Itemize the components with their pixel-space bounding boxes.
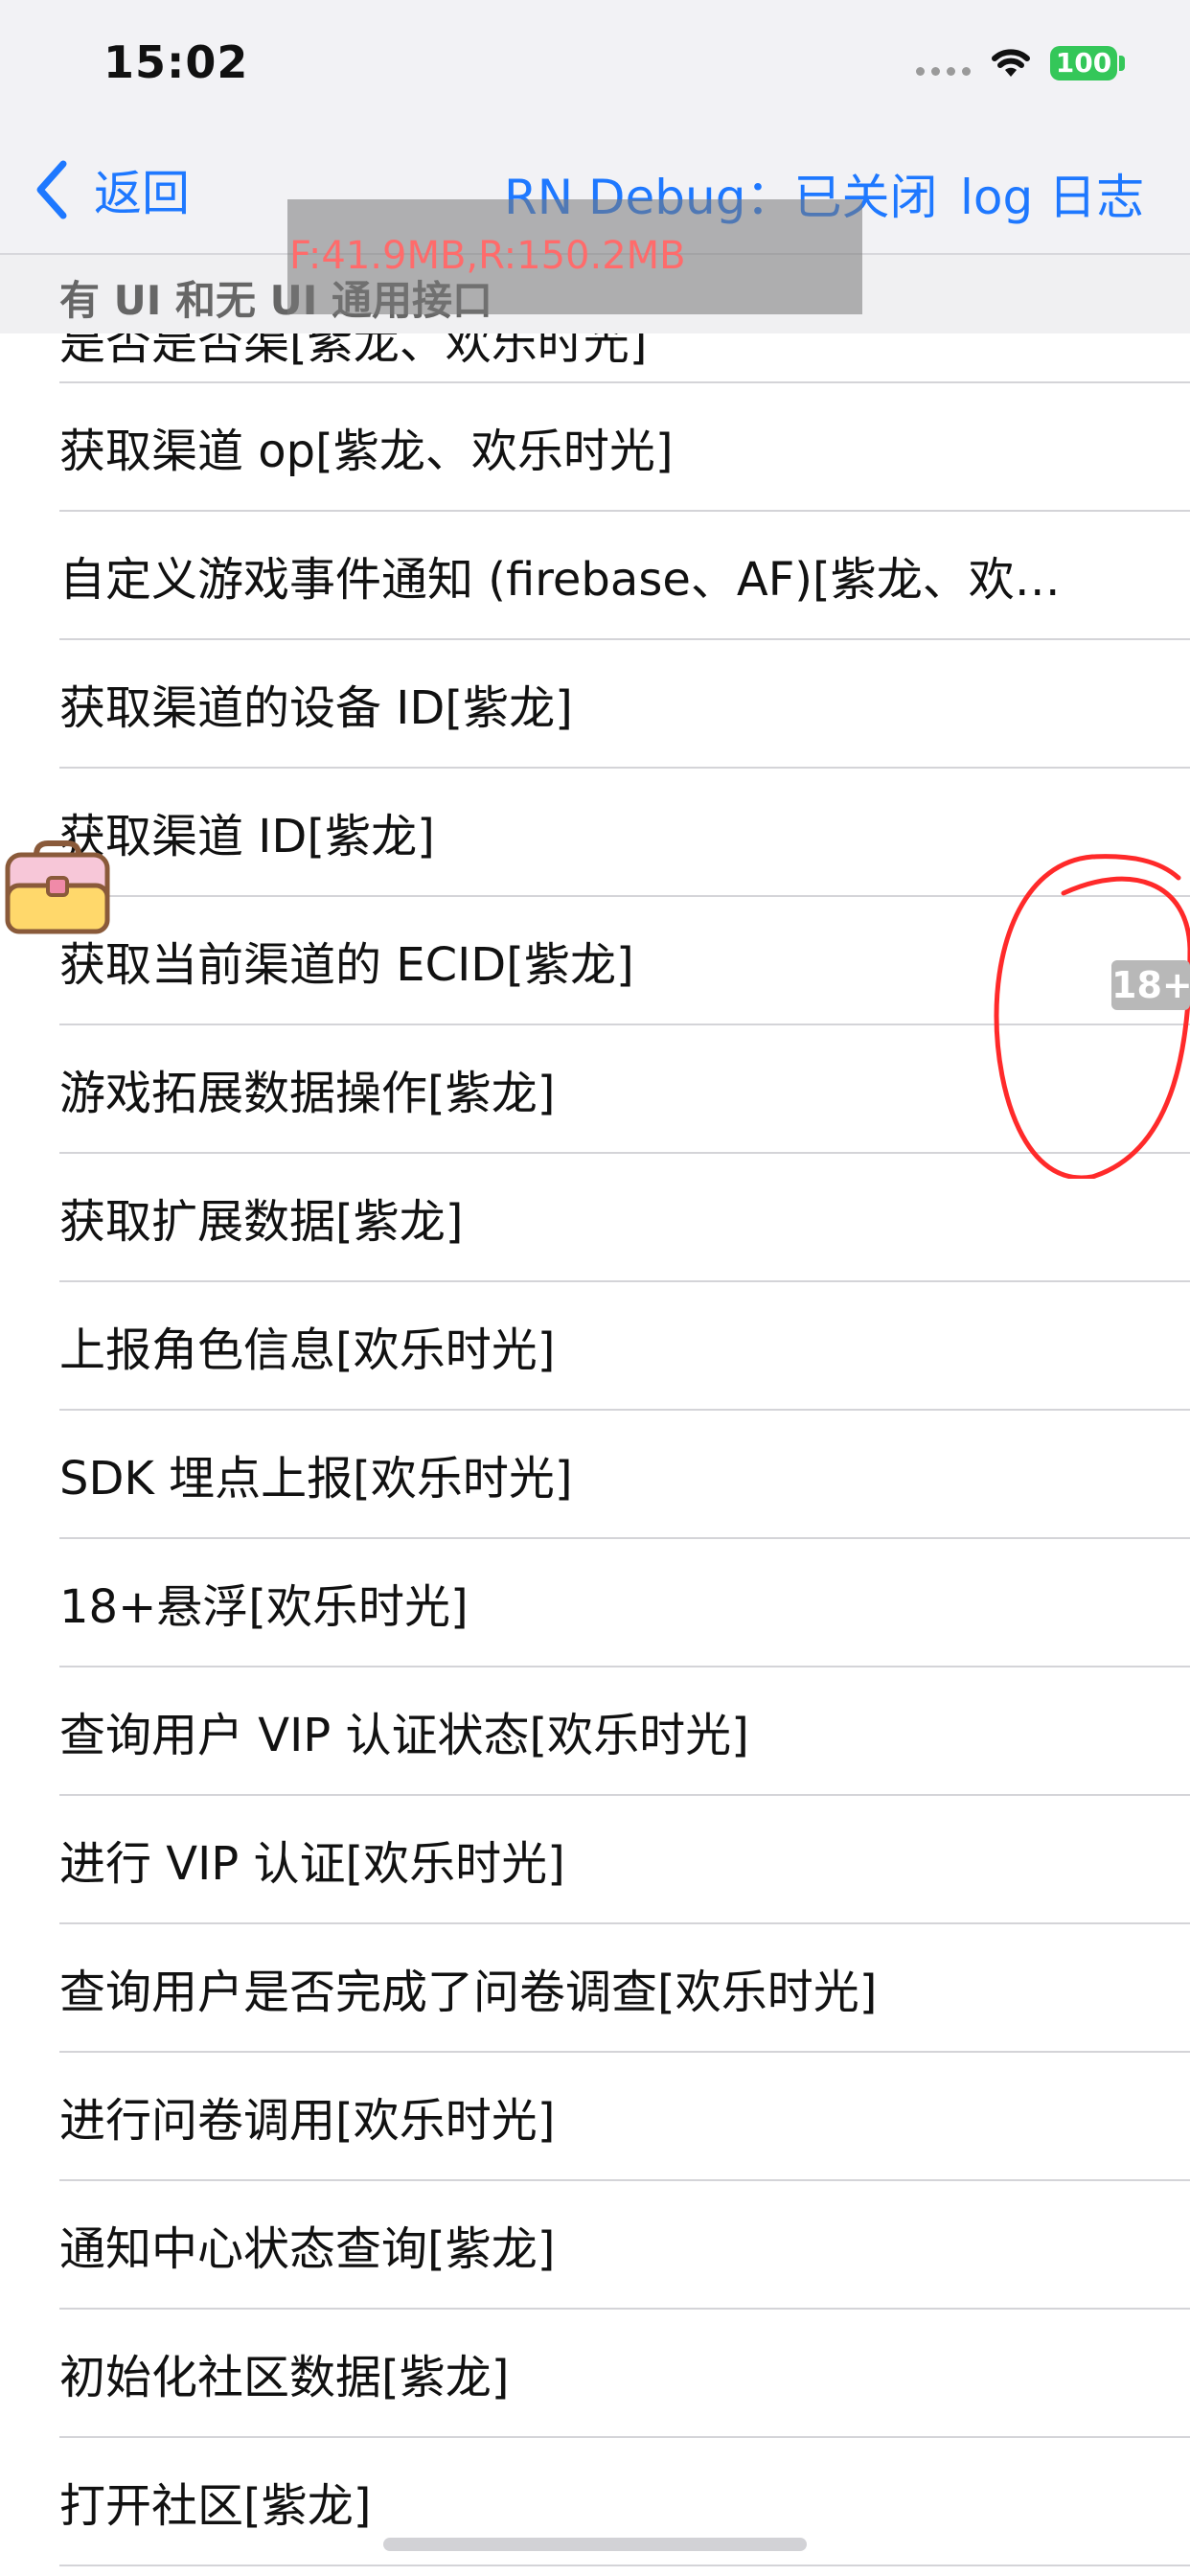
list-item-label: 游戏拓展数据操作[紫龙] xyxy=(59,1067,556,1120)
list-item-label: 获取扩展数据[紫龙] xyxy=(59,1195,464,1249)
list-item-label: 打开社区[紫龙] xyxy=(59,2479,372,2533)
list-item[interactable]: 18+悬浮[欢乐时光] xyxy=(59,1539,1190,1668)
list-item[interactable]: 获取渠道的设备 ID[紫龙] xyxy=(59,640,1190,769)
debug-memory-text: F:41.9MB,R:150.2MB xyxy=(289,234,686,278)
list-item[interactable]: 进行 VIP 认证[欢乐时光] xyxy=(59,1796,1190,1924)
list-item-label: 通知中心状态查询[紫龙] xyxy=(59,2222,556,2276)
list-item[interactable]: SDK 埋点上报[欢乐时光] xyxy=(59,1411,1190,1539)
signal-dots-icon xyxy=(916,67,971,76)
list-item[interactable]: 查询用户 VIP 认证状态[欢乐时光] xyxy=(59,1668,1190,1796)
list-item-label: 自定义游戏事件通知 (firebase、AF)[紫龙、欢乐时光] xyxy=(59,553,1094,607)
age-18-badge[interactable]: 18+ xyxy=(1111,960,1190,1010)
battery-nub xyxy=(1119,56,1125,71)
list-item-label: 获取渠道 ID[紫龙] xyxy=(59,810,435,863)
list-item-label: SDK 埋点上报[欢乐时光] xyxy=(59,1452,573,1506)
list-item[interactable]: 初始化社区数据[紫龙] xyxy=(59,2310,1190,2438)
list-item-label: 上报角色信息[欢乐时光] xyxy=(59,1323,556,1377)
list-item-label: 查询用户 VIP 认证状态[欢乐时光] xyxy=(59,1709,749,1762)
toolbox-icon[interactable] xyxy=(2,836,113,937)
home-indicator[interactable] xyxy=(383,2538,807,2551)
list-item-label: 获取渠道的设备 ID[紫龙] xyxy=(59,681,573,735)
back-label: 返回 xyxy=(94,166,190,221)
list-item-label: 初始化社区数据[紫龙] xyxy=(59,2351,510,2404)
list-item-label: 获取当前渠道的 ECID[紫龙] xyxy=(59,938,634,992)
list-item-label: 进行问卷调用[欢乐时光] xyxy=(59,2094,556,2148)
back-button[interactable]: 返回 xyxy=(34,155,190,224)
list-item[interactable]: 进行问卷调用[欢乐时光] xyxy=(59,2053,1190,2181)
list-item-label: 18+悬浮[欢乐时光] xyxy=(59,1580,469,1634)
list-item-label: 查询用户是否完成了问卷调查[欢乐时光] xyxy=(59,1966,878,2019)
list-item[interactable]: 自定义游戏事件通知 (firebase、AF)[紫龙、欢乐时光] xyxy=(59,512,1190,640)
list-item[interactable]: 通知中心状态查询[紫龙] xyxy=(59,2181,1190,2310)
list-item-label: 进行 VIP 认证[欢乐时光] xyxy=(59,1837,565,1891)
list-item[interactable]: 上报角色信息[欢乐时光] xyxy=(59,1282,1190,1411)
list-item-label: 获取渠道 op[紫龙、欢乐时光] xyxy=(59,425,674,478)
status-time: 15:02 xyxy=(103,36,249,88)
red-circle-annotation xyxy=(994,854,1190,1179)
log-button[interactable]: log 日志 xyxy=(960,159,1144,228)
chevron-left-icon xyxy=(36,160,67,219)
list-item[interactable]: 查询用户是否完成了问卷调查[欢乐时光] xyxy=(59,1924,1190,2053)
wifi-icon xyxy=(992,49,1030,77)
battery-indicator: 100 xyxy=(1050,46,1117,80)
list-item[interactable]: 获取渠道 op[紫龙、欢乐时光] xyxy=(59,383,1190,512)
